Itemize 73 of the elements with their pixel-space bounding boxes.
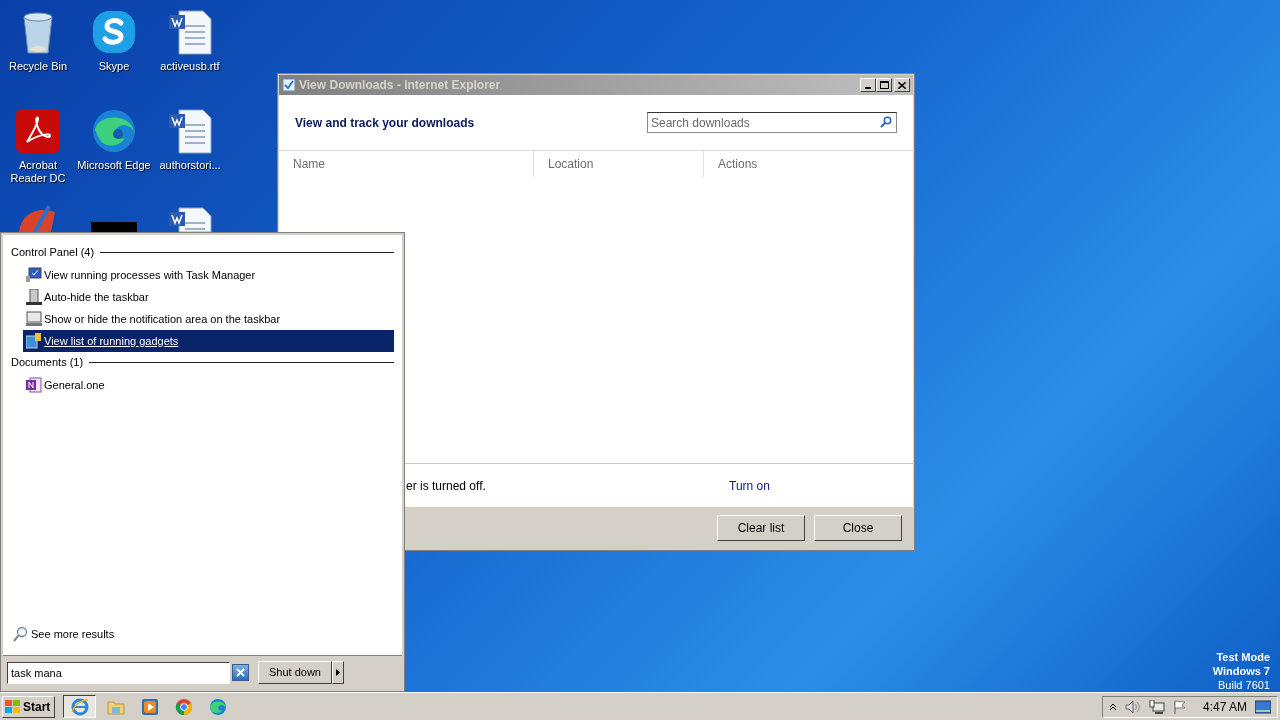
desktop-icon-label[interactable]: Skype bbox=[98, 60, 130, 73]
onenote-icon bbox=[26, 377, 42, 393]
result-label: General.one bbox=[44, 377, 105, 393]
acrobat-icon bbox=[15, 108, 61, 154]
clock[interactable]: 4:47 AM bbox=[1202, 697, 1247, 716]
windows-logo-icon bbox=[5, 699, 21, 714]
desktop-icon-label[interactable]: Microsoft Edge bbox=[77, 159, 151, 172]
computer-icon bbox=[26, 289, 42, 305]
search-field[interactable]: task mana bbox=[7, 661, 230, 684]
maximize-button[interactable] bbox=[876, 78, 892, 92]
dialog-button[interactable]: Clear list bbox=[717, 515, 805, 541]
search-result-item[interactable]: View list of running gadgets bbox=[23, 330, 394, 352]
show-desktop-icon[interactable] bbox=[1255, 699, 1271, 714]
desktop-icon-label[interactable]: Recycle Bin bbox=[8, 60, 68, 73]
downloads-heading: View and track your downloads bbox=[295, 114, 475, 132]
shut-down-button[interactable]: Shut down bbox=[258, 661, 332, 684]
desktop-icon-label[interactable]: activeusb.rtf bbox=[160, 60, 220, 73]
flag-icon[interactable] bbox=[1172, 699, 1187, 714]
column-header[interactable]: Actions bbox=[704, 151, 913, 177]
desktop-icon-label[interactable]: Reader DC bbox=[10, 172, 66, 185]
search-field[interactable]: Search downloads bbox=[647, 112, 897, 133]
chevron-up-icon[interactable] bbox=[1108, 702, 1117, 711]
edge-icon bbox=[209, 697, 227, 716]
dialog-button[interactable]: Close bbox=[814, 515, 902, 541]
monitor-icon bbox=[26, 267, 42, 283]
document-icon bbox=[167, 108, 213, 154]
document-icon bbox=[167, 9, 213, 55]
speaker-icon[interactable] bbox=[1124, 699, 1141, 714]
result-label: View list of running gadgets bbox=[44, 333, 179, 349]
maximize-icon bbox=[879, 81, 889, 89]
search-result-item[interactable]: View running processes with Task Manager bbox=[23, 264, 394, 286]
result-label: Auto-hide the taskbar bbox=[44, 289, 149, 305]
system-notice-text: Test Mode bbox=[1216, 650, 1270, 664]
screen-icon bbox=[26, 311, 42, 327]
edge-icon bbox=[91, 108, 137, 154]
minimize-button[interactable] bbox=[860, 78, 876, 92]
network-icon[interactable] bbox=[1148, 699, 1165, 714]
result-group-title: Documents (1) bbox=[11, 354, 84, 370]
desktop-icon-label[interactable]: Acrobat bbox=[19, 159, 57, 172]
shut-down-options-button[interactable] bbox=[332, 661, 344, 684]
start-button[interactable]: Start bbox=[2, 695, 55, 718]
skype-icon bbox=[91, 9, 137, 55]
close-icon bbox=[236, 668, 245, 677]
close-button[interactable] bbox=[894, 78, 910, 92]
column-header[interactable]: Name bbox=[279, 151, 534, 177]
result-label: Show or hide the notification area on the taskbar bbox=[44, 311, 281, 327]
search-icon bbox=[880, 116, 892, 128]
caret-icon bbox=[336, 669, 340, 676]
taskbar-app-button[interactable] bbox=[63, 695, 96, 718]
system-notice-text: Build 7601 bbox=[1218, 678, 1270, 692]
result-label: View running processes with Task Manager bbox=[44, 267, 256, 283]
document-icon bbox=[167, 206, 213, 232]
column-header[interactable]: Location bbox=[534, 151, 704, 177]
clear-search-button[interactable] bbox=[232, 664, 249, 681]
close-icon bbox=[898, 81, 906, 89]
system-notice-text: Windows 7 bbox=[1212, 664, 1270, 678]
minimize-icon bbox=[865, 87, 871, 89]
search-icon bbox=[13, 626, 28, 642]
desktop-icon-label[interactable]: authorstori... bbox=[159, 159, 221, 172]
browser-icon bbox=[70, 697, 89, 716]
notice-text: er is turned off. bbox=[406, 477, 487, 495]
media-player-icon bbox=[141, 697, 159, 716]
window-app-icon bbox=[282, 78, 296, 92]
search-result-item[interactable]: Show or hide the notification area on the taskbar bbox=[23, 308, 394, 330]
gadget-icon bbox=[26, 333, 42, 349]
search-result-item[interactable]: Auto-hide the taskbar bbox=[23, 286, 394, 308]
app-icon bbox=[91, 222, 137, 232]
window-title: View Downloads - Internet Explorer bbox=[299, 77, 502, 94]
turn-on-link[interactable]: Turn on bbox=[729, 476, 770, 495]
chrome-icon bbox=[175, 697, 193, 716]
result-group-title: Control Panel (4) bbox=[11, 244, 95, 260]
search-result-item[interactable]: General.one bbox=[23, 374, 394, 396]
see-more-results-link[interactable]: See more results bbox=[31, 625, 115, 643]
